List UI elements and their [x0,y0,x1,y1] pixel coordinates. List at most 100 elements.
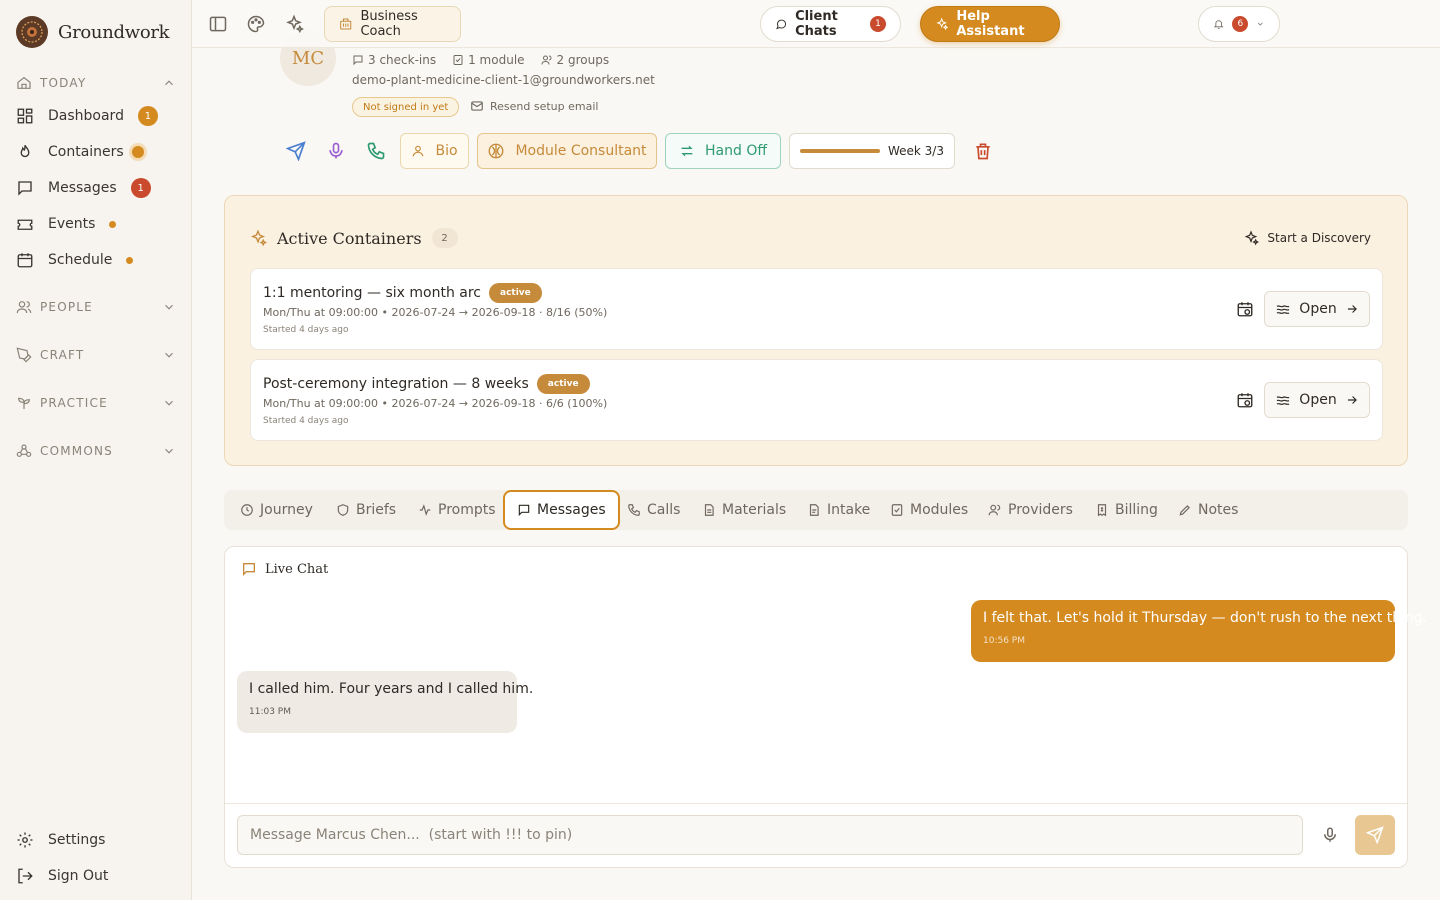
notifications-badge: 6 [1232,16,1249,32]
client-meta: 3 check-ins 1 module 2 groups [352,53,609,67]
send-icon[interactable] [286,141,306,161]
tab-prompts[interactable]: Prompts [418,490,496,530]
tab-briefs[interactable]: Briefs [336,490,396,530]
top-bar: Business Coach Client Chats 1 Help Assis… [192,0,1440,48]
open-container-button[interactable]: Open [1264,291,1370,327]
sidebar-signout[interactable]: Sign Out [16,864,176,888]
sidebar-item-label: Schedule [48,252,113,268]
phone-icon[interactable] [366,141,386,161]
section-people[interactable]: PEOPLE [16,296,176,318]
section-commons[interactable]: COMMONS [16,440,176,462]
active-containers-title: Active Containers [277,228,422,248]
pen-tool-icon [16,347,32,363]
chat-bubble-icon [776,19,787,30]
sidebar-item-containers[interactable]: Containers [16,140,176,164]
role-switcher[interactable]: Business Coach [324,6,461,42]
tab-providers[interactable]: Providers [988,490,1073,530]
document-icon [704,504,714,516]
tab-label: Notes [1198,502,1239,518]
module-consultant-label: Module Consultant [515,143,647,159]
waves-icon [1276,396,1290,405]
open-container-button[interactable]: Open [1264,382,1370,418]
section-craft[interactable]: CRAFT [16,344,176,366]
tab-label: Billing [1115,502,1158,518]
calendar-clock-icon[interactable] [1236,391,1254,409]
mic-icon[interactable] [1321,826,1339,844]
client-chats-button[interactable]: Client Chats 1 [760,6,901,42]
section-today[interactable]: TODAY [16,72,176,94]
waves-icon [1276,305,1290,314]
bio-button[interactable]: Bio [400,133,469,169]
message-text: I felt that. Let's hold it Thursday — do… [983,610,1428,626]
section-practice[interactable]: PRACTICE [16,392,176,414]
sparkles-icon [1245,230,1260,246]
module-consultant-button[interactable]: Module Consultant [477,133,657,169]
sparkles-icon [250,229,267,247]
brand[interactable]: Groundwork [16,16,170,48]
tab-billing[interactable]: Billing [1095,490,1158,530]
sparkles-icon[interactable] [284,14,304,34]
brand-logo-icon [16,16,48,48]
message-input[interactable] [237,815,1303,855]
calendar-clock-icon[interactable] [1236,300,1254,318]
mic-icon[interactable] [326,141,346,161]
chevron-down-icon [165,352,173,358]
tab-intake[interactable]: Intake [807,490,870,530]
messages-badge: 1 [130,178,151,198]
send-button[interactable] [1355,815,1395,855]
users-icon [988,504,1001,516]
sidebar-item-events[interactable]: Events [16,212,176,236]
receipt-icon [1097,504,1107,517]
trash-icon[interactable] [973,141,993,161]
chevron-down-icon [165,400,173,406]
palette-icon[interactable] [246,14,266,34]
role-label: Business Coach [360,9,418,39]
live-chat-panel: Live Chat I felt that. Let's hold it Thu… [224,546,1428,868]
tab-label: Calls [647,502,681,518]
container-started: Started 4 days ago [263,416,349,426]
tab-calls[interactable]: Calls [627,490,680,530]
client-tabs: Journey Briefs Prompts Messages Calls Ma… [224,490,1408,530]
bell-icon [1213,20,1224,29]
flame-icon [20,144,30,158]
sidebar-toggle-icon[interactable] [208,14,228,34]
sidebar-item-dashboard[interactable]: Dashboard 1 [16,104,176,128]
tab-messages[interactable]: Messages [503,490,620,530]
help-assistant-button[interactable]: Help Assistant [920,6,1060,42]
tab-journey[interactable]: Journey [240,490,313,530]
tab-notes[interactable]: Notes [1178,490,1238,530]
container-card: Post-ceremony integration — 8 weeks acti… [250,359,1383,441]
section-commons-label: COMMONS [40,444,113,458]
status-badge: active [536,374,590,394]
container-title: 1:1 mentoring — six month arc [263,285,481,301]
chevron-up-icon [165,80,173,86]
mail-icon [471,101,483,111]
resend-setup-email-link[interactable]: Resend setup email [470,99,598,113]
divider [225,803,1407,804]
tab-modules[interactable]: Modules [890,490,968,530]
active-containers-header: Active Containers 2 [249,228,458,248]
message-icon [18,181,32,196]
sidebar-item-label: Messages [48,180,117,196]
tab-label: Prompts [438,502,496,518]
sidebar-settings[interactable]: Settings [16,828,176,852]
dashboard-badge: 1 [137,106,158,126]
sparkles-icon [936,17,949,31]
sidebar-item-schedule[interactable]: Schedule [16,248,176,272]
sidebar-item-messages[interactable]: Messages 1 [16,176,176,200]
file-text-icon [809,504,819,516]
arrow-right-icon [1347,305,1357,313]
live-chat-header: Live Chat [241,561,328,577]
community-icon [16,444,32,457]
message-icon [353,55,363,66]
notifications-button[interactable]: 6 [1198,6,1280,42]
message-text: I called him. Four years and I called hi… [249,681,534,697]
section-practice-label: PRACTICE [40,396,108,410]
tab-materials[interactable]: Materials [702,490,786,530]
container-name: 1:1 mentoring — six month arc active [263,283,542,303]
week-progress[interactable]: Week 3/3 [789,133,955,169]
start-discovery-button[interactable]: Start a Discovery [1243,230,1371,246]
hand-off-button[interactable]: Hand Off [665,133,781,169]
tab-label: Messages [537,502,606,518]
live-chat-title: Live Chat [265,561,329,577]
